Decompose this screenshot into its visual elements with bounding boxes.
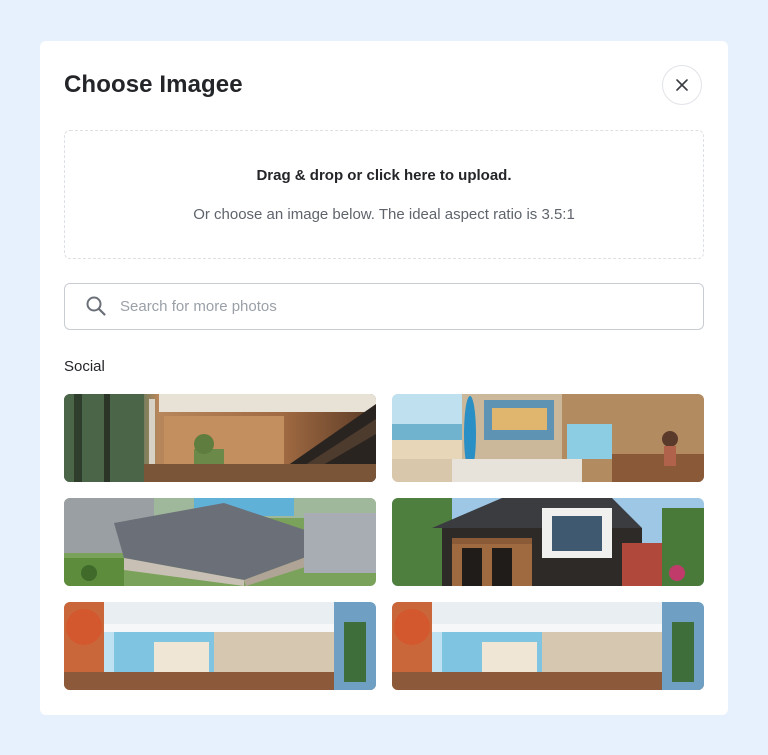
villa-pool-image-1 [64, 602, 376, 690]
aerial-residential-image [64, 498, 376, 586]
dropzone-secondary-text: Or choose an image below. The ideal aspe… [193, 206, 575, 223]
modern-house-exterior-image [392, 498, 704, 586]
interior-staircase-image [64, 394, 376, 482]
dropzone-primary-text: Drag & drop or click here to upload. [256, 167, 512, 184]
image-thumbnail-aerial-residential[interactable] [64, 498, 376, 586]
choose-image-modal: Choose Imagee Drag & drop or click here … [40, 41, 728, 715]
image-thumbnail-beach-living-room[interactable] [392, 394, 704, 482]
villa-pool-image-2 [392, 602, 704, 690]
search-field[interactable] [64, 283, 704, 330]
image-thumbnail-villa-pool-2[interactable] [392, 602, 704, 690]
image-thumbnail-interior-staircase[interactable] [64, 394, 376, 482]
search-input[interactable] [120, 284, 680, 329]
close-icon [675, 78, 689, 92]
search-icon [85, 295, 107, 317]
modal-title: Choose Imagee [64, 71, 243, 98]
image-thumbnail-villa-pool-1[interactable] [64, 602, 376, 690]
section-label-social: Social [64, 358, 105, 375]
close-button[interactable] [662, 65, 702, 105]
beach-living-room-image [392, 394, 704, 482]
upload-dropzone[interactable]: Drag & drop or click here to upload. Or … [64, 130, 704, 259]
image-thumbnail-modern-house-exterior[interactable] [392, 498, 704, 586]
